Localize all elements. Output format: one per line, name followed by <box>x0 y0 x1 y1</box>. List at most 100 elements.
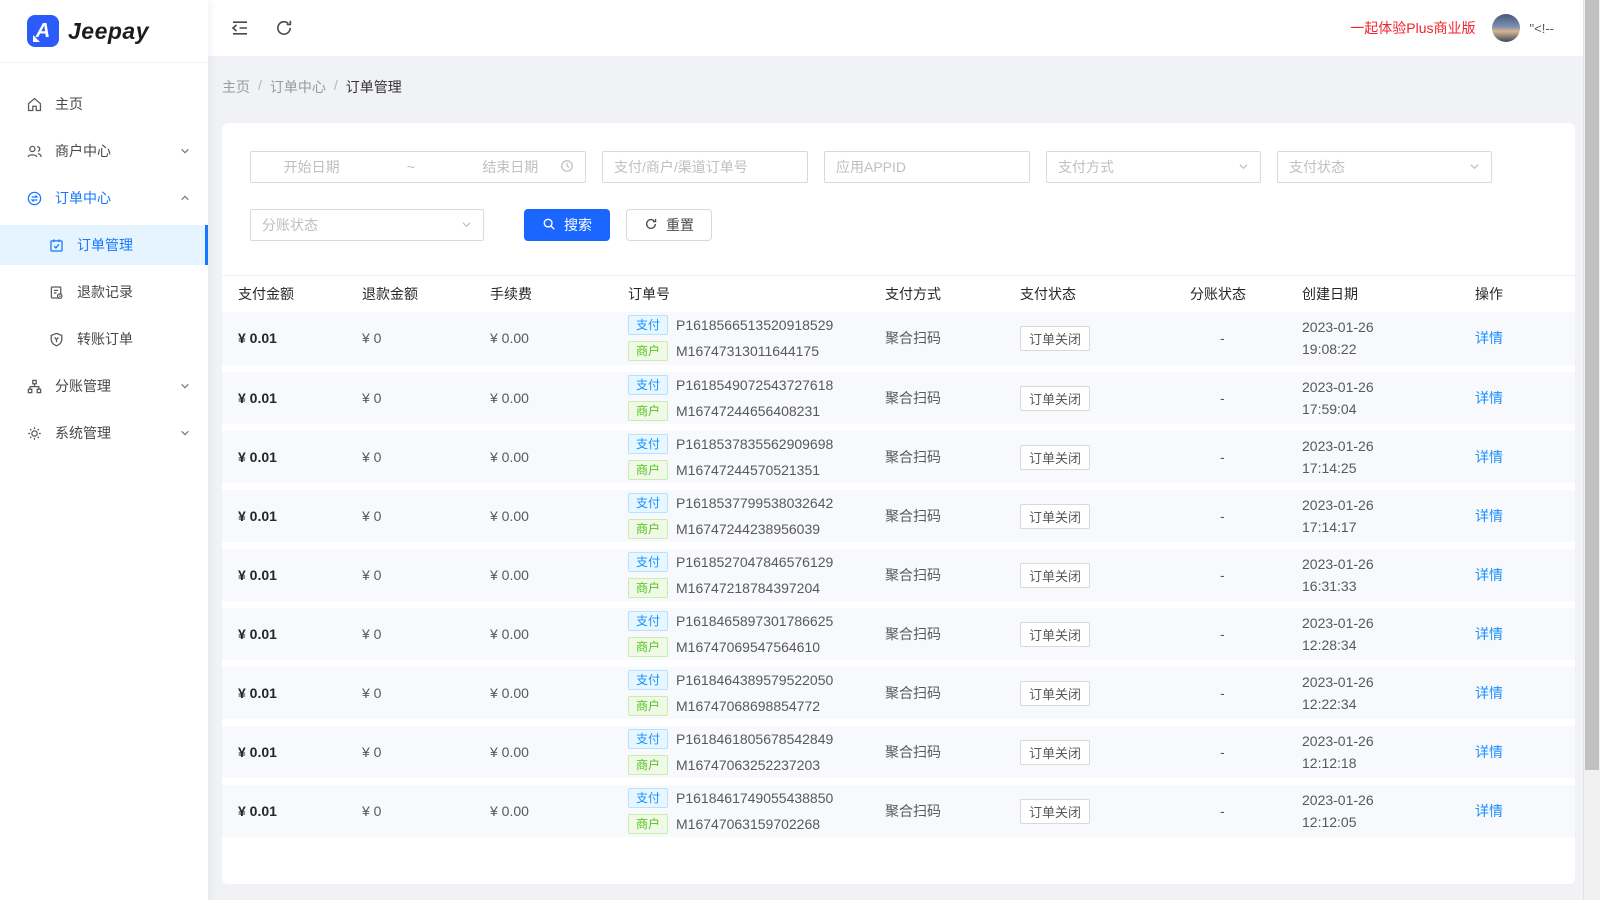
chevron-down-icon <box>1469 159 1480 175</box>
date-range-picker[interactable]: 开始日期 ~ 结束日期 <box>250 151 586 183</box>
appid-input[interactable] <box>824 151 1030 183</box>
mch-order-tag: 商户 <box>628 637 668 657</box>
created-date: 2023-01-26 <box>1302 730 1475 752</box>
created-time: 12:12:05 <box>1302 811 1475 833</box>
content-card: 开始日期 ~ 结束日期 支付方式 支付状态 <box>222 123 1575 884</box>
vertical-scrollbar[interactable] <box>1583 0 1600 900</box>
pay-order-no: P1618566513520918529 <box>676 317 833 333</box>
shield-icon <box>48 331 65 348</box>
sidebar-item-home[interactable]: 主页 <box>0 84 208 124</box>
pay-way-cell: 聚合扫码 <box>885 664 1020 723</box>
pay-way-select[interactable]: 支付方式 <box>1046 151 1261 183</box>
avatar[interactable] <box>1492 14 1520 42</box>
pay-state-cell: 订单关闭 <box>1020 487 1190 546</box>
detail-link[interactable]: 详情 <box>1475 803 1503 819</box>
refund-amount-cell: ¥ 0 <box>362 782 490 841</box>
username[interactable]: "<!-- <box>1530 21 1554 36</box>
actions-cell: 详情 <box>1475 723 1575 782</box>
apartment-icon <box>26 378 43 395</box>
detail-link[interactable]: 详情 <box>1475 626 1503 642</box>
pay-order-no: P1618527047846576129 <box>676 554 833 570</box>
col-created-date: 创建日期 <box>1302 276 1475 312</box>
sidebar-item-refund-records[interactable]: 退款记录 <box>0 272 208 312</box>
plus-promo-link[interactable]: 一起体验Plus商业版 <box>1350 18 1475 38</box>
refund-amount-cell: ¥ 0 <box>362 428 490 487</box>
breadcrumb-order-center[interactable]: 订单中心 <box>270 77 326 97</box>
reset-icon <box>644 217 658 234</box>
search-button[interactable]: 搜索 <box>524 209 610 241</box>
table-row: ¥ 0.01 ¥ 0 ¥ 0.00 支付 P161853779953803264… <box>222 487 1575 546</box>
created-date: 2023-01-26 <box>1302 494 1475 516</box>
team-icon <box>26 143 43 160</box>
logo[interactable]: A Jeepay <box>0 0 208 63</box>
table-row: ¥ 0.01 ¥ 0 ¥ 0.00 支付 P161846174905543885… <box>222 782 1575 841</box>
pay-order-tag: 支付 <box>628 375 668 395</box>
breadcrumb-home[interactable]: 主页 <box>222 77 250 97</box>
scrollbar-thumb[interactable] <box>1585 0 1599 770</box>
breadcrumb-separator: / <box>334 77 338 97</box>
sidebar-item-transfer-orders[interactable]: 转账订单 <box>0 319 208 359</box>
pay-state-select[interactable]: 支付状态 <box>1277 151 1492 183</box>
pay-order-no: P1618549072543727618 <box>676 377 833 393</box>
sidebar-item-label: 分账管理 <box>55 376 111 396</box>
detail-link[interactable]: 详情 <box>1475 390 1503 406</box>
chevron-down-icon <box>180 146 190 156</box>
pay-way-placeholder: 支付方式 <box>1058 157 1114 177</box>
filter-panel: 开始日期 ~ 结束日期 支付方式 支付状态 <box>222 123 1575 241</box>
pay-amount-cell: ¥ 0.01 <box>222 428 362 487</box>
refund-amount-cell: ¥ 0 <box>362 605 490 664</box>
order-state-badge: 订单关闭 <box>1020 445 1090 470</box>
table-row: ¥ 0.01 ¥ 0 ¥ 0.00 支付 P161856651352091852… <box>222 312 1575 369</box>
pay-order-tag: 支付 <box>628 670 668 690</box>
detail-link[interactable]: 详情 <box>1475 744 1503 760</box>
pay-state-cell: 订单关闭 <box>1020 369 1190 428</box>
refund-amount-cell: ¥ 0 <box>362 723 490 782</box>
table-row: ¥ 0.01 ¥ 0 ¥ 0.00 支付 P161846589730178662… <box>222 605 1575 664</box>
table-row: ¥ 0.01 ¥ 0 ¥ 0.00 支付 P161854907254372761… <box>222 369 1575 428</box>
order-no-cell: 支付 P1618566513520918529 商户 M167473130116… <box>628 312 885 369</box>
mch-order-no: M16747069547564610 <box>676 639 820 655</box>
pay-way-cell: 聚合扫码 <box>885 369 1020 428</box>
order-no-cell: 支付 P1618461749055438850 商户 M167470631597… <box>628 782 885 841</box>
sidebar-item-order-center[interactable]: 订单中心 <box>0 178 208 218</box>
chevron-up-icon <box>180 193 190 203</box>
detail-link[interactable]: 详情 <box>1475 330 1503 346</box>
refund-amount-cell: ¥ 0 <box>362 369 490 428</box>
breadcrumb-separator: / <box>258 77 262 97</box>
jeepay-logo-icon: A <box>27 15 59 47</box>
pay-way-cell: 聚合扫码 <box>885 487 1020 546</box>
pay-order-no: P1618537835562909698 <box>676 436 833 452</box>
pay-amount-cell: ¥ 0.01 <box>222 664 362 723</box>
reset-button[interactable]: 重置 <box>626 209 712 241</box>
order-no-cell: 支付 P1618465897301786625 商户 M167470695475… <box>628 605 885 664</box>
detail-link[interactable]: 详情 <box>1475 567 1503 583</box>
detail-link[interactable]: 详情 <box>1475 449 1503 465</box>
detail-link[interactable]: 详情 <box>1475 508 1503 524</box>
pay-way-cell: 聚合扫码 <box>885 605 1020 664</box>
sidebar-item-label: 订单管理 <box>77 235 133 255</box>
division-state-select[interactable]: 分账状态 <box>250 209 484 241</box>
pay-way-cell: 聚合扫码 <box>885 723 1020 782</box>
reload-icon[interactable] <box>274 18 294 38</box>
mch-order-tag: 商户 <box>628 696 668 716</box>
pay-order-tag: 支付 <box>628 434 668 454</box>
pay-order-no: P1618464389579522050 <box>676 672 833 688</box>
sidebar-item-order-management[interactable]: 订单管理 <box>0 225 208 265</box>
detail-link[interactable]: 详情 <box>1475 685 1503 701</box>
order-state-badge: 订单关闭 <box>1020 681 1090 706</box>
mch-order-tag: 商户 <box>628 814 668 834</box>
sidebar-item-division-management[interactable]: 分账管理 <box>0 366 208 406</box>
order-no-cell: 支付 P1618549072543727618 商户 M167472446564… <box>628 369 885 428</box>
fee-cell: ¥ 0.00 <box>490 546 628 605</box>
col-pay-way: 支付方式 <box>885 276 1020 312</box>
created-time: 12:12:18 <box>1302 752 1475 774</box>
sidebar-item-merchant-center[interactable]: 商户中心 <box>0 131 208 171</box>
created-date-cell: 2023-01-26 12:28:34 <box>1302 605 1475 664</box>
actions-cell: 详情 <box>1475 428 1575 487</box>
sidebar-item-system-management[interactable]: 系统管理 <box>0 413 208 453</box>
order-no-input[interactable] <box>602 151 808 183</box>
menu-fold-icon[interactable] <box>230 18 250 38</box>
col-pay-state: 支付状态 <box>1020 276 1190 312</box>
created-date: 2023-01-26 <box>1302 316 1475 338</box>
account-book-icon <box>48 237 65 254</box>
